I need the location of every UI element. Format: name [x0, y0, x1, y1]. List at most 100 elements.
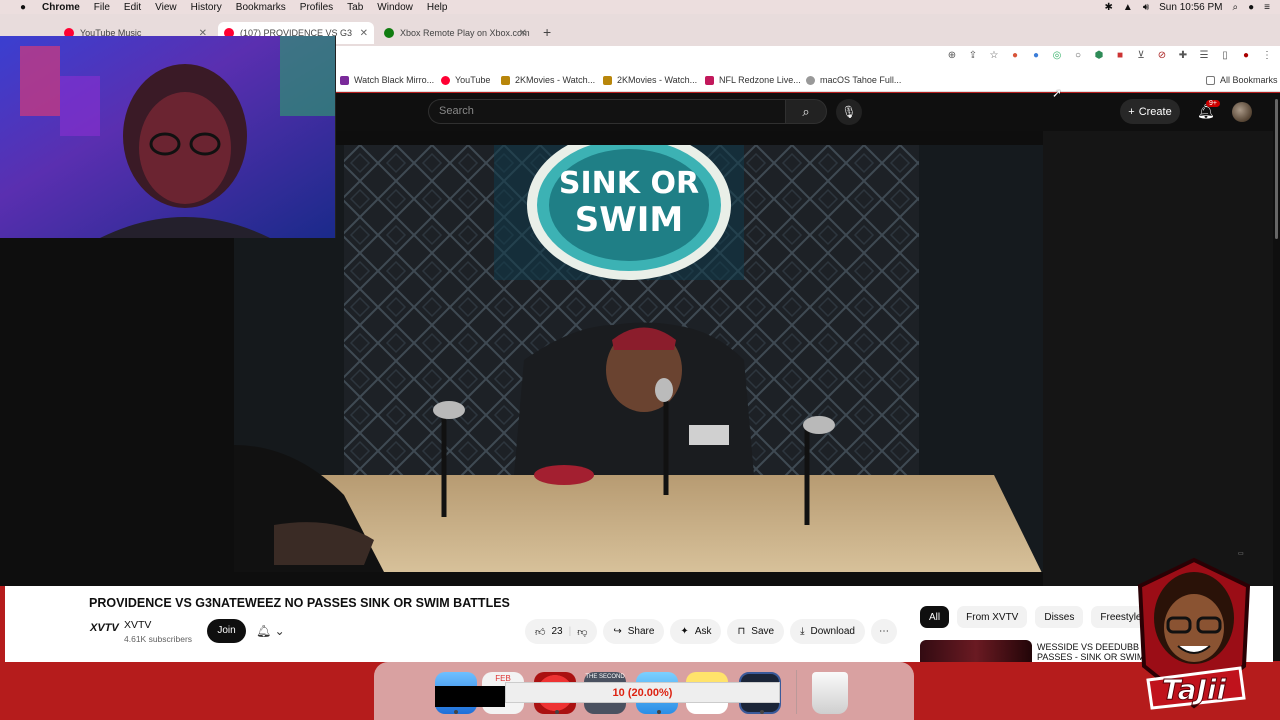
menu-help[interactable]: Help: [427, 2, 448, 13]
menu-bookmarks[interactable]: Bookmarks: [236, 2, 286, 13]
create-label: Create: [1138, 105, 1172, 118]
search-button[interactable]: ⌕: [785, 99, 827, 124]
menu-view[interactable]: View: [155, 2, 177, 13]
bookmark-label: macOS Tahoe Full...: [820, 75, 902, 85]
join-button[interactable]: Join: [207, 619, 246, 643]
menu-edit[interactable]: Edit: [124, 2, 141, 13]
youtube-header: Search ⌕ 🎙︎ + Create 🔔︎ 9+: [335, 93, 1280, 131]
extension-icon[interactable]: ●: [1029, 50, 1043, 61]
menu-tab[interactable]: Tab: [347, 2, 363, 13]
create-button[interactable]: + Create: [1120, 99, 1180, 124]
sink-or-swim-sign: SINK OR: [559, 166, 699, 201]
account-avatar[interactable]: [1232, 102, 1252, 122]
extension-icon[interactable]: ■: [1113, 50, 1127, 61]
kebab-menu-icon[interactable]: ⋮: [1260, 50, 1274, 61]
thumbs-down-icon[interactable]: 👎︎: [577, 626, 587, 638]
tab-xbox[interactable]: Xbox Remote Play on Xbox.com ✕: [378, 22, 533, 44]
more-actions-button[interactable]: ⋯: [871, 619, 897, 644]
overlay-black-bar: [435, 686, 505, 707]
video-title: PROVIDENCE VS G3NATEWEEZ NO PASSES SINK …: [89, 596, 510, 610]
chip-from-channel[interactable]: From XVTV: [957, 606, 1028, 628]
bookmark-item[interactable]: YouTube: [441, 75, 490, 85]
menu-clock[interactable]: Sun 10:56 PM: [1159, 2, 1222, 13]
share-label: Share: [627, 626, 655, 637]
puzzle-icon[interactable]: ✚: [1176, 50, 1190, 61]
mac-dock: FEB THE SECOND 10 (20.00%): [374, 662, 914, 720]
all-bookmarks-label: All Bookmarks: [1220, 75, 1278, 85]
save-label: Save: [751, 626, 775, 637]
extension-icon[interactable]: ●: [1008, 50, 1022, 61]
download-label: Download: [810, 626, 855, 637]
bookmark-label: YouTube: [455, 75, 491, 85]
ask-label: Ask: [694, 626, 712, 637]
trash-icon[interactable]: [812, 672, 848, 714]
channel-logo[interactable]: XVTV: [90, 622, 119, 634]
tajii-logo-text: TaJii: [1162, 673, 1227, 706]
close-icon[interactable]: ✕: [360, 28, 368, 39]
airplay-icon[interactable]: ▲: [1123, 2, 1133, 13]
page-scrollbar[interactable]: [1273, 93, 1280, 661]
scrollbar-thumb[interactable]: [1275, 99, 1278, 239]
volume-icon[interactable]: 🔊︎: [1143, 2, 1149, 13]
bluetooth-icon[interactable]: ✱: [1105, 2, 1113, 13]
menu-history[interactable]: History: [191, 2, 222, 13]
recommended-video-thumbnail[interactable]: [920, 640, 1032, 662]
install-icon[interactable]: ⊕: [945, 50, 959, 61]
search-input[interactable]: Search: [428, 99, 785, 124]
search-icon: ⌕: [802, 104, 810, 119]
reading-list-icon[interactable]: ☰: [1197, 50, 1211, 61]
thumbs-up-icon: 👍︎: [535, 626, 546, 638]
shield-icon[interactable]: ⬢: [1092, 50, 1106, 61]
running-indicator: [454, 710, 458, 714]
close-icon[interactable]: ✕: [519, 28, 527, 39]
bookmark-item[interactable]: 2KMovies - Watch...: [603, 75, 697, 85]
bookmark-icon: ⊓: [737, 626, 746, 637]
divider: |: [568, 626, 572, 637]
side-panel-icon[interactable]: ▯: [1218, 50, 1232, 61]
bookmark-star-icon[interactable]: ☆: [987, 50, 1001, 61]
voice-search-button[interactable]: 🎙︎: [836, 99, 862, 125]
all-bookmarks[interactable]: All Bookmarks: [1206, 75, 1278, 85]
like-count: 23: [551, 626, 563, 637]
streamer-logo: TaJii: [1128, 556, 1260, 714]
spotlight-icon[interactable]: ⌕: [1233, 2, 1239, 13]
new-tab-icon[interactable]: +: [543, 24, 551, 40]
progress-overlay: 10 (20.00%): [505, 682, 780, 703]
download-icon: ⤓: [800, 626, 805, 637]
bookmark-item[interactable]: NFL Redzone Live...: [705, 75, 801, 85]
share-button[interactable]: ↪ Share: [603, 619, 665, 644]
bookmark-item[interactable]: 2KMovies - Watch...: [501, 75, 595, 85]
video-info-panel: PROVIDENCE VS G3NATEWEEZ NO PASSES SINK …: [5, 586, 1273, 662]
tab-label: Xbox Remote Play on Xbox.com: [400, 28, 530, 38]
progress-text: 10 (20.00%): [612, 686, 673, 699]
control-center-icon[interactable]: ≡: [1264, 2, 1270, 13]
video-player[interactable]: SINK OR SWIM: [234, 145, 1043, 572]
profile-icon[interactable]: ●: [1239, 50, 1253, 61]
menu-app-name[interactable]: Chrome: [42, 2, 80, 13]
chip-all[interactable]: All: [920, 606, 950, 628]
menu-profiles[interactable]: Profiles: [300, 2, 333, 13]
apple-menu-icon[interactable]: ●: [16, 2, 30, 13]
like-button[interactable]: 👍︎ 23 | 👎︎: [525, 619, 598, 644]
extension-icon[interactable]: ⊻: [1134, 50, 1148, 61]
channel-name[interactable]: XVTV: [124, 619, 151, 631]
save-button[interactable]: ⊓ Save: [727, 619, 785, 644]
extension-icon[interactable]: ○: [1071, 50, 1085, 61]
bookmark-item[interactable]: macOS Tahoe Full...: [806, 75, 901, 85]
extension-icon[interactable]: ◎: [1050, 50, 1064, 61]
chip-disses[interactable]: Disses: [1035, 606, 1084, 628]
user-avatar-icon[interactable]: ●: [1248, 2, 1254, 13]
dock-separator: [796, 670, 797, 714]
bookmark-label: 2KMovies - Watch...: [617, 75, 698, 85]
download-button[interactable]: ⤓ Download: [790, 619, 865, 644]
running-indicator: [657, 710, 661, 714]
share-icon: ↪: [613, 626, 622, 637]
menu-window[interactable]: Window: [377, 2, 413, 13]
menu-file[interactable]: File: [94, 2, 110, 13]
block-icon[interactable]: ⊘: [1155, 50, 1169, 61]
share-page-icon[interactable]: ⇪: [966, 50, 980, 61]
subscription-bell-icon[interactable]: 🔔︎ ⌄: [256, 624, 285, 638]
webcam-overlay: [0, 36, 336, 238]
ask-button[interactable]: ✦ Ask: [670, 619, 722, 644]
bookmark-item[interactable]: Watch Black Mirro...: [340, 75, 434, 85]
